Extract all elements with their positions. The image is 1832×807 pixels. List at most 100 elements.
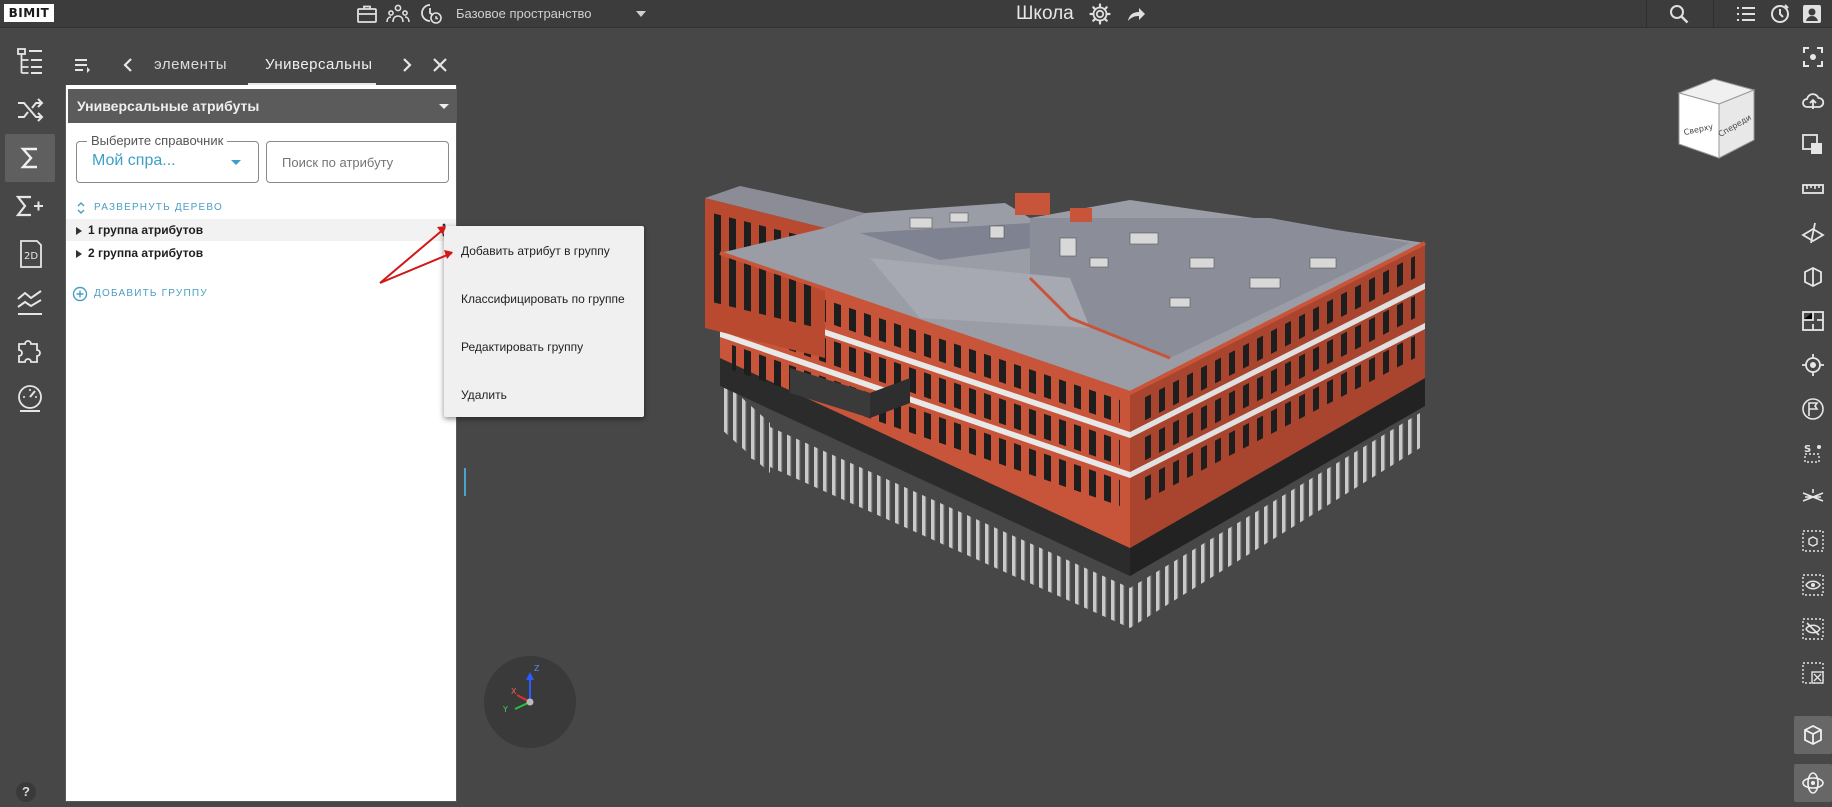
menu-item-classify[interactable]: Классифицировать по группе [444,284,644,314]
target-icon [1802,354,1824,376]
section-box-icon [1804,266,1822,288]
menu-list-icon [75,59,90,73]
floor-plan-icon [1802,311,1824,331]
tree-structure-button[interactable] [5,38,55,86]
sigma-plus-button[interactable] [5,182,55,230]
clear-selection-button[interactable] [1794,654,1832,692]
expand-arrows-icon [77,202,85,214]
model-viewport[interactable] [470,28,1790,807]
panel-tab-bar: элементы Универсальны [65,45,457,85]
cloud-upload-icon [1802,93,1825,109]
orbit-button[interactable] [1794,764,1832,802]
attributes-panel: элементы Универсальны Универсальные атри… [65,45,457,802]
close-icon [433,58,447,72]
settings-icon[interactable] [1088,2,1112,26]
clear-selection-icon [1802,662,1824,684]
tree-row-label: 2 группа атрибутов [88,246,204,260]
shuffle-icon [18,98,44,122]
caret-down-icon [231,160,241,165]
show-eye-button[interactable] [1794,566,1832,604]
section-plane-button[interactable] [1794,214,1832,252]
section-box-button[interactable] [1794,258,1832,296]
top-divider [1646,0,1647,28]
help-button[interactable]: ? [16,782,36,802]
panel-resize-handle[interactable] [464,468,466,496]
user-icon[interactable] [1800,2,1824,26]
ruler-icon [1802,184,1824,194]
panel-header[interactable]: Универсальные атрибуты [68,89,456,123]
snap-points-icon: S [1804,444,1821,463]
expand-arrow-icon[interactable] [76,227,82,235]
chart-lines-button[interactable] [5,278,55,326]
select-box-button[interactable] [1794,126,1832,164]
select-box-icon [1802,134,1822,154]
target-button[interactable] [1794,346,1832,384]
expand-tree-label: РАЗВЕРНУТЬ ДЕРЕВО [94,202,223,213]
axis-gizmo[interactable]: Z X Y [484,656,576,748]
tree-row-label: 1 группа атрибутов [88,223,204,237]
puzzle-icon [18,340,41,363]
building-model[interactable] [470,28,1790,807]
focus-button[interactable] [1794,38,1832,76]
notifications-icon[interactable] [1768,2,1792,26]
navigation-cube[interactable]: Сверху Спереди [1676,76,1758,160]
ruler-button[interactable] [1794,170,1832,208]
list-icon[interactable] [1734,2,1758,26]
bimit-logo[interactable]: BIMIT [4,4,54,22]
floor-plan-button[interactable] [1794,302,1832,340]
chevron-right-icon [403,58,412,72]
hide-eye-icon [1802,618,1824,640]
orbit-icon [1802,772,1824,794]
cloud-upload-button[interactable] [1794,82,1832,120]
menu-item-add-attribute[interactable]: Добавить атрибут в группу [444,236,644,266]
project-title: Школа [1016,3,1074,24]
clock-badge-icon[interactable] [419,2,443,26]
expand-arrow-icon[interactable] [76,250,82,258]
search-icon[interactable] [1667,2,1691,26]
puzzle-button[interactable] [5,326,55,374]
2d-sheet-button[interactable]: 2D [5,230,55,278]
annotation-arrows [375,223,455,288]
tab-universal[interactable]: Универсальны [248,45,376,85]
chart-lines-icon [17,290,42,315]
dictionary-select-value: Мой спра... [92,152,176,169]
top-divider [1713,0,1714,28]
team-icon[interactable] [386,2,410,26]
space-select-value: Базовое пространство [456,6,592,21]
tabs-prev-button[interactable] [120,56,138,74]
grid-axes-icon [1802,489,1824,502]
gauge-icon [18,385,42,412]
dictionary-select-legend: Выберите справочник [87,133,228,148]
isolate-box-button[interactable] [1794,522,1832,560]
hide-eye-button[interactable] [1794,610,1832,648]
section-plane-icon [1801,222,1825,244]
menu-item-delete[interactable]: Удалить [444,380,644,410]
sigma-icon [20,147,37,169]
grid-axes-button[interactable] [1794,478,1832,516]
axis-y-label: Y [502,705,508,714]
cube-view-button[interactable] [1794,716,1832,754]
panel-header-title: Универсальные атрибуты [77,98,260,114]
menu-item-edit-group[interactable]: Редактировать группу [444,332,644,362]
flag-button[interactable] [1794,390,1832,428]
panel-close-button[interactable] [431,56,449,74]
chevron-down-icon [636,11,646,17]
space-select[interactable]: Базовое пространство [456,0,646,28]
left-toolbar: 2D [0,28,57,807]
panel-menu-button[interactable] [72,55,92,75]
tab-elements[interactable]: элементы [154,45,234,85]
group-context-menu: Добавить атрибут в группу Классифицирова… [444,226,644,417]
chevron-left-icon [123,58,132,72]
dictionary-select[interactable]: Выберите справочник Мой спра... [76,133,259,183]
gauge-button[interactable] [5,374,55,422]
shuffle-button[interactable] [5,86,55,134]
share-icon[interactable] [1124,2,1148,26]
attribute-search-input[interactable] [266,141,449,183]
briefcase-icon[interactable] [355,2,379,26]
sigma-button[interactable] [5,134,55,182]
caret-down-icon [439,104,449,109]
cube-view-icon [1804,724,1822,746]
snap-points-button[interactable]: S [1794,434,1832,472]
tabs-next-button[interactable] [397,56,415,74]
add-group-label: ДОБАВИТЬ ГРУППУ [94,288,208,299]
